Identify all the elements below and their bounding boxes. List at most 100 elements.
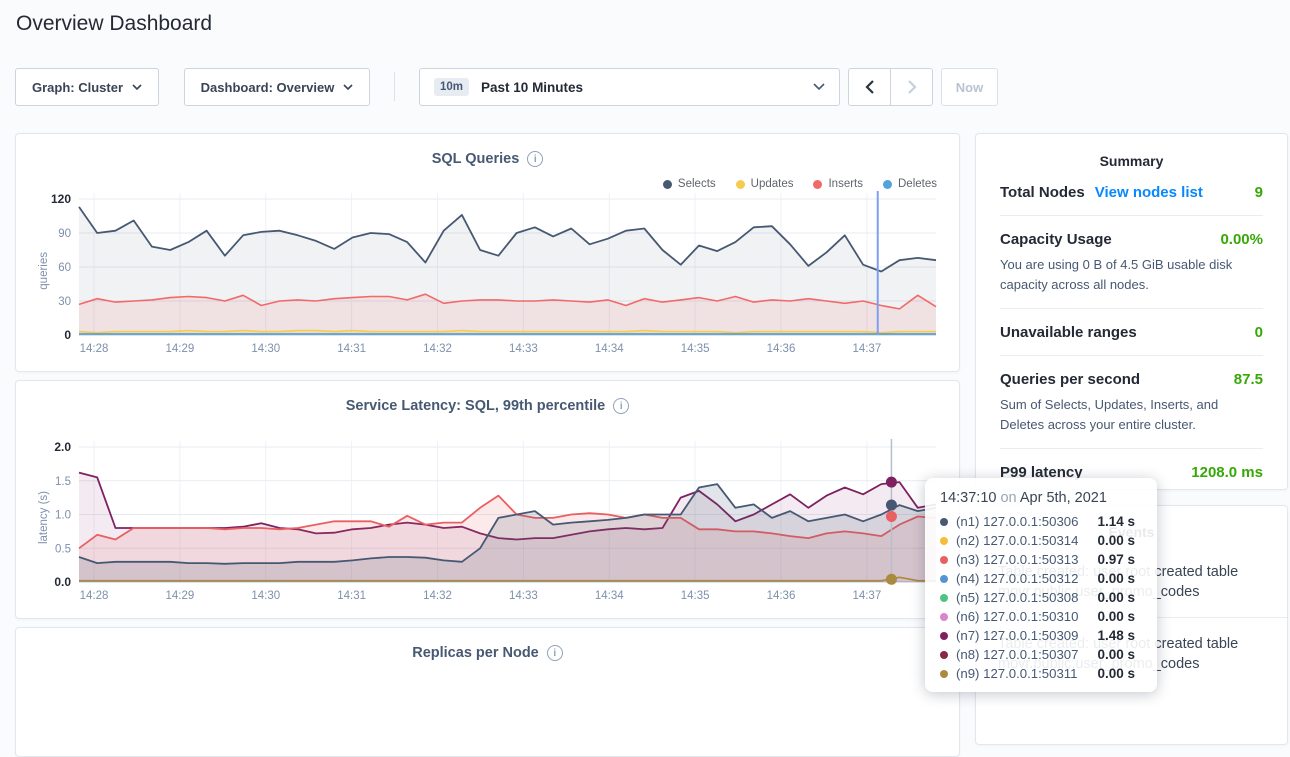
node-color-dot — [940, 651, 948, 659]
svg-text:14:37: 14:37 — [852, 343, 881, 355]
node-latency-value: 0.00 s — [1097, 666, 1135, 681]
node-latency-value: 0.00 s — [1097, 647, 1135, 662]
time-pager — [848, 68, 933, 106]
svg-text:14:34: 14:34 — [595, 590, 624, 602]
node-address: (n4) 127.0.0.1:50312 — [956, 571, 1078, 586]
chevron-down-icon — [813, 83, 825, 91]
svg-text:60: 60 — [58, 262, 71, 274]
tooltip-timestamp: 14:37:10 on Apr 5th, 2021 — [940, 490, 1135, 506]
svg-text:2.0: 2.0 — [54, 440, 71, 454]
info-icon[interactable]: i — [547, 645, 563, 661]
svg-text:14:34: 14:34 — [595, 343, 624, 355]
now-button[interactable]: Now — [941, 68, 998, 106]
summary-title: Summary — [976, 134, 1287, 169]
summary-description: Sum of Selects, Updates, Inserts, and De… — [1000, 395, 1263, 434]
node-color-dot — [940, 575, 948, 583]
node-color-dot — [940, 518, 948, 526]
tooltip-node-row: (n4) 127.0.0.1:50312 0.00 s — [940, 569, 1135, 588]
node-latency-value: 1.14 s — [1097, 514, 1135, 529]
svg-text:14:33: 14:33 — [509, 590, 538, 602]
summary-panel: Summary Total Nodes View nodes list 9 Ca… — [975, 133, 1288, 490]
svg-text:14:30: 14:30 — [251, 590, 280, 602]
svg-text:14:36: 14:36 — [767, 590, 796, 602]
node-color-dot — [940, 594, 948, 602]
svg-text:90: 90 — [58, 228, 71, 240]
node-color-dot — [940, 556, 948, 564]
svg-text:14:35: 14:35 — [681, 590, 710, 602]
service-latency-chart[interactable]: 14:2814:2914:3014:3114:3214:3314:3414:35… — [16, 434, 961, 614]
summary-label: Unavailable ranges — [1000, 324, 1137, 341]
chevron-down-icon — [132, 84, 142, 90]
summary-value: 0 — [1255, 324, 1263, 341]
svg-text:14:35: 14:35 — [681, 343, 710, 355]
node-latency-value: 0.97 s — [1097, 552, 1135, 567]
chart-title-text: SQL Queries — [432, 151, 520, 167]
summary-value: 9 — [1255, 184, 1263, 201]
svg-text:14:28: 14:28 — [80, 590, 109, 602]
svg-text:14:36: 14:36 — [767, 343, 796, 355]
chevron-left-icon — [864, 79, 876, 95]
svg-text:1.0: 1.0 — [55, 510, 71, 522]
svg-text:0.0: 0.0 — [54, 575, 71, 589]
dashboard-dropdown[interactable]: Dashboard: Overview — [184, 68, 370, 106]
chart-title-service-latency: Service Latency: SQL, 99th percentile i — [16, 398, 959, 414]
svg-text:30: 30 — [58, 296, 71, 308]
node-color-dot — [940, 613, 948, 621]
controls-divider — [394, 72, 395, 101]
info-icon[interactable]: i — [527, 151, 543, 167]
node-address: (n5) 127.0.0.1:50308 — [956, 590, 1078, 605]
svg-text:14:31: 14:31 — [337, 343, 366, 355]
tooltip-node-row: (n7) 127.0.0.1:50309 1.48 s — [940, 626, 1135, 645]
summary-label: Total Nodes — [1000, 184, 1085, 201]
node-address: (n9) 127.0.0.1:50311 — [956, 666, 1077, 681]
node-latency-value: 1.48 s — [1097, 628, 1135, 643]
tooltip-node-row: (n2) 127.0.0.1:503140.00 s — [940, 531, 1135, 550]
chevron-down-icon — [343, 84, 353, 90]
time-range-badge: 10m — [434, 78, 469, 96]
node-latency-value: 0.00 s — [1097, 571, 1135, 586]
time-range-selector[interactable]: 10m Past 10 Minutes — [419, 68, 840, 106]
info-icon[interactable]: i — [613, 398, 629, 414]
service-latency-panel: Service Latency: SQL, 99th percentile i … — [15, 380, 960, 619]
sql-queries-panel: SQL Queries i SelectsUpdatesInsertsDelet… — [15, 133, 960, 372]
tooltip-node-row: (n6) 127.0.0.1:503100.00 s — [940, 607, 1135, 626]
dashboard-dropdown-label: Dashboard: Overview — [201, 80, 335, 95]
tooltip-node-row: (n1) 127.0.0.1:50306 1.14 s — [940, 512, 1135, 531]
node-address: (n2) 127.0.0.1:50314 — [956, 533, 1078, 548]
summary-value: 1208.0 ms — [1191, 464, 1263, 481]
graph-dropdown[interactable]: Graph: Cluster — [15, 68, 159, 106]
node-color-dot — [940, 670, 948, 678]
time-back-button[interactable] — [849, 69, 891, 105]
chevron-right-icon — [906, 79, 918, 95]
summary-label: Capacity Usage — [1000, 231, 1112, 248]
svg-text:14:30: 14:30 — [251, 343, 280, 355]
tooltip-node-row: (n5) 127.0.0.1:503080.00 s — [940, 588, 1135, 607]
sql-queries-chart[interactable]: 14:2814:2914:3014:3114:3214:3314:3414:35… — [16, 186, 961, 366]
time-forward-button[interactable] — [891, 69, 932, 105]
svg-text:0: 0 — [64, 328, 71, 342]
view-nodes-list-link[interactable]: View nodes list — [1095, 184, 1203, 201]
summary-row-unavailable-ranges: Unavailable ranges 0 — [976, 309, 1287, 355]
node-address: (n8) 127.0.0.1:50307 — [956, 647, 1078, 662]
svg-text:14:29: 14:29 — [165, 343, 194, 355]
node-address: (n3) 127.0.0.1:50313 — [956, 552, 1078, 567]
svg-text:120: 120 — [51, 192, 71, 206]
svg-text:0.5: 0.5 — [55, 543, 71, 555]
tooltip-rows: (n1) 127.0.0.1:50306 1.14 s (n2) 127.0.0.1… — [940, 512, 1135, 683]
svg-text:14:32: 14:32 — [423, 590, 452, 602]
node-address: (n7) 127.0.0.1:50309 — [956, 628, 1078, 643]
hover-tooltip: 14:37:10 on Apr 5th, 2021 (n1) 127.0.0.1… — [925, 478, 1157, 692]
graph-dropdown-label: Graph: Cluster — [32, 80, 123, 95]
svg-text:14:28: 14:28 — [80, 343, 109, 355]
node-address: (n1) 127.0.0.1:50306 — [956, 514, 1078, 529]
tooltip-node-row: (n3) 127.0.0.1:50313 0.97 s — [940, 550, 1135, 569]
page-title: Overview Dashboard — [16, 12, 212, 36]
summary-row-qps: Queries per second 87.5 Sum of Selects, … — [976, 356, 1287, 448]
svg-text:14:37: 14:37 — [852, 590, 881, 602]
summary-label: Queries per second — [1000, 371, 1140, 388]
svg-text:14:33: 14:33 — [509, 343, 538, 355]
svg-text:14:29: 14:29 — [165, 590, 194, 602]
time-range-label: Past 10 Minutes — [481, 80, 583, 95]
node-color-dot — [940, 632, 948, 640]
tooltip-node-row: (n9) 127.0.0.1:50311 0.00 s — [940, 664, 1135, 683]
